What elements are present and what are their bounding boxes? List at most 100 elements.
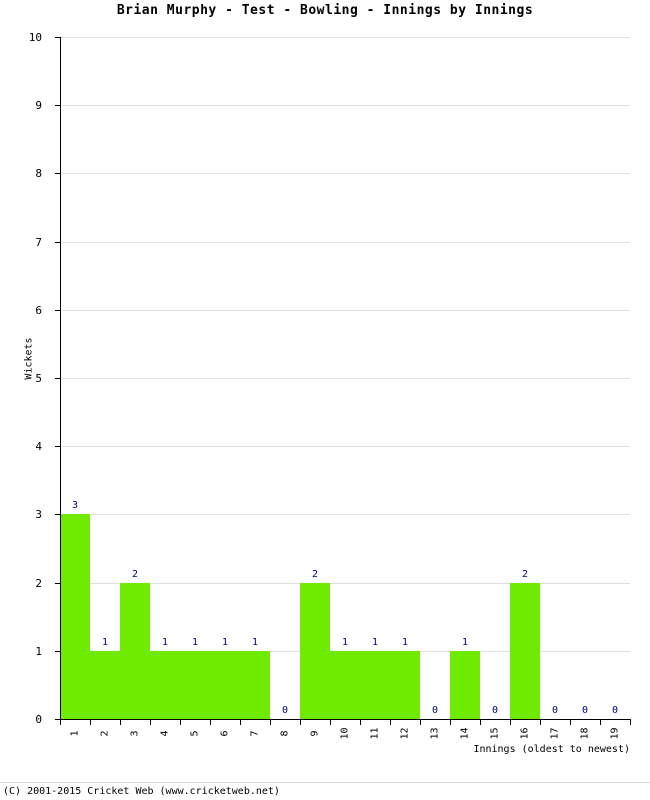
x-axis-tick [240,720,241,725]
x-axis-tick [330,720,331,725]
x-axis-tick [90,720,91,725]
y-axis-tick-label: 6 [35,303,42,317]
gridline [60,105,630,107]
x-axis-tick [60,720,61,725]
bar [60,514,90,719]
y-axis-tick-label: 4 [35,440,42,454]
y-axis-tick [55,378,61,379]
bowling-innings-chart: Brian Murphy - Test - Bowling - Innings … [0,0,650,800]
x-axis-tick [420,720,421,725]
bar-value-label: 1 [341,636,349,648]
gridline [60,514,630,516]
x-axis-tick [120,720,121,725]
y-axis-title: Wickets [23,337,35,380]
bar [450,650,480,719]
x-axis-tick-label: 17 [549,727,561,740]
x-axis-tick [450,720,451,725]
bar-value-label: 0 [491,705,499,716]
x-axis-title: Innings (oldest to newest) [473,744,630,755]
x-axis-tick [270,720,271,725]
bar-value-label: 0 [281,705,289,716]
x-axis-tick [630,720,631,725]
x-axis-tick [480,720,481,725]
x-axis-tick [150,720,151,725]
x-axis-tick-label: 10 [339,727,351,740]
x-axis-tick-label: 5 [189,730,201,737]
x-axis-tick-label: 13 [429,727,441,740]
bar-value-label: 2 [131,568,139,580]
bar-value-label: 2 [521,568,529,580]
y-axis-tick-label: 5 [35,372,42,385]
gridline [60,241,630,243]
x-axis-line [60,719,631,720]
x-axis-tick [600,720,601,725]
y-axis-tick-label: 1 [35,644,42,658]
chart-title: Brian Murphy - Test - Bowling - Innings … [116,3,534,18]
bar [390,650,420,719]
x-axis-tick-label: 14 [459,727,471,740]
y-axis-tick [55,650,61,652]
x-axis-tick-label: 19 [609,727,621,740]
y-axis-tick-label: 2 [35,576,42,590]
x-axis-tick-label: 11 [369,727,381,740]
x-axis-tick [360,720,361,725]
bar-value-label: 3 [71,500,79,512]
y-axis-tick [55,105,61,107]
gridline [60,446,630,448]
x-axis-tick-label: 4 [159,730,171,737]
x-axis-tick [570,720,571,725]
y-axis-tick [55,582,61,584]
x-axis-tick-label: 8 [279,730,291,737]
bar [90,650,120,719]
x-axis-tick [210,720,211,725]
y-axis-tick-label: 3 [35,508,42,522]
bar [120,582,150,719]
x-axis-tick-label: 7 [249,730,261,737]
y-axis-tick [55,37,61,38]
bar-value-label: 0 [581,705,589,716]
bar-value-label: 1 [371,636,379,648]
bar-value-label: 1 [101,636,109,648]
bar [180,650,210,719]
bar [300,582,330,719]
bar-value-label: 0 [611,705,619,716]
x-axis-tick-label: 9 [309,730,321,737]
y-axis-tick [55,514,61,516]
bar-value-label: 2 [311,568,319,580]
y-axis-tick-label: 9 [35,99,42,113]
gridline [60,173,630,175]
x-axis-tick [180,720,181,725]
x-axis-tick [510,720,511,725]
x-axis-tick-label: 2 [99,730,111,737]
bar-value-label: 1 [461,636,469,648]
bar [240,650,270,719]
footer-copyright: (C) 2001-2015 Cricket Web (www.cricketwe… [3,786,280,797]
x-axis-tick-label: 15 [489,727,501,740]
bar [510,582,540,719]
bar-value-label: 1 [161,636,169,648]
bar-value-label: 1 [221,636,229,648]
gridline [60,378,630,379]
bar-value-label: 0 [431,705,439,716]
y-axis-tick-label: 0 [35,713,42,726]
x-axis-tick-label: 18 [579,727,591,740]
bar-value-label: 1 [191,636,199,648]
y-axis-tick [55,241,61,243]
y-axis-tick-label: 8 [35,167,42,181]
y-axis-tick-label: 10 [28,31,42,44]
bar [210,650,240,719]
gridline [60,37,630,38]
plot-area [60,37,630,720]
x-axis-tick-label: 12 [399,727,411,740]
bar-value-label: 1 [401,636,409,648]
gridline [60,309,630,311]
bar [150,650,180,719]
bar-value-label: 1 [251,636,259,648]
x-axis-tick [300,720,301,725]
x-axis-tick-label: 16 [519,727,531,740]
x-axis-tick [540,720,541,725]
x-axis-tick [390,720,391,725]
x-axis-tick-label: 6 [219,730,231,737]
y-axis-tick-label: 7 [35,235,42,249]
footer-divider [0,782,650,783]
